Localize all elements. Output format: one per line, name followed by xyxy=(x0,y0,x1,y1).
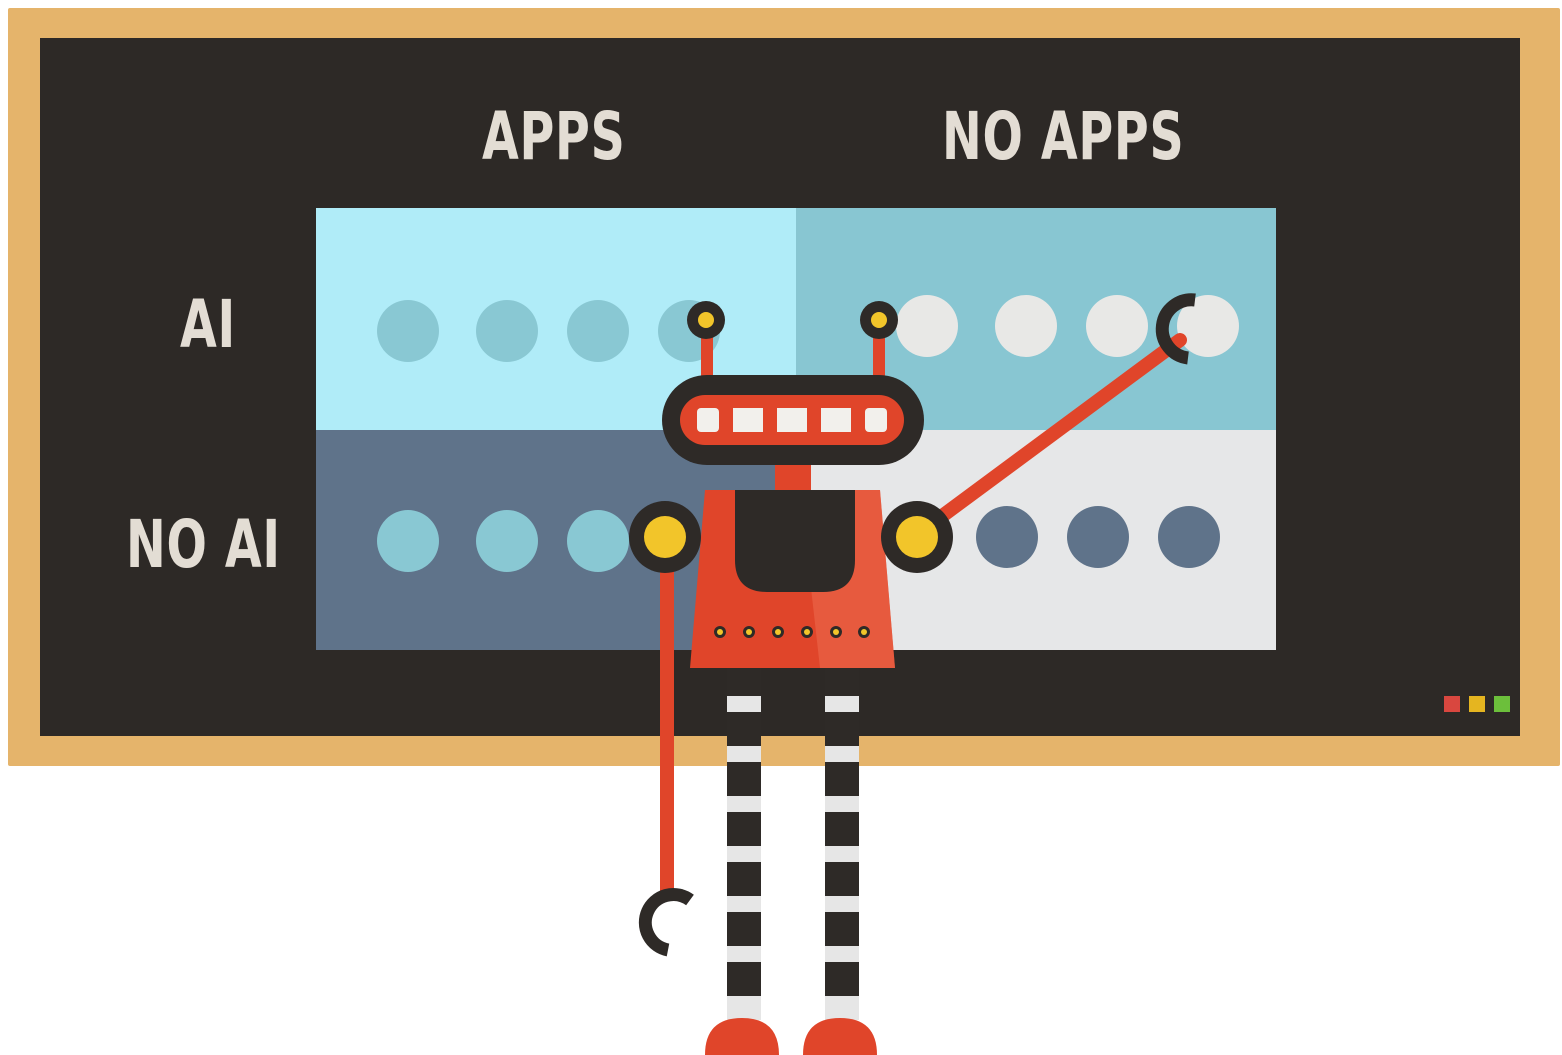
robot-leg-left xyxy=(705,660,779,1055)
robot-arm-right xyxy=(923,293,1196,532)
robot-head xyxy=(662,375,924,465)
robot-leg-right xyxy=(803,660,877,1055)
robot-neck xyxy=(775,460,811,495)
robot-torso xyxy=(690,490,895,668)
robot-illustration xyxy=(629,293,1196,1055)
robot-arm-left xyxy=(638,560,694,957)
robot-shoulder-left xyxy=(629,501,701,573)
robot-shoulder-right xyxy=(881,501,953,573)
